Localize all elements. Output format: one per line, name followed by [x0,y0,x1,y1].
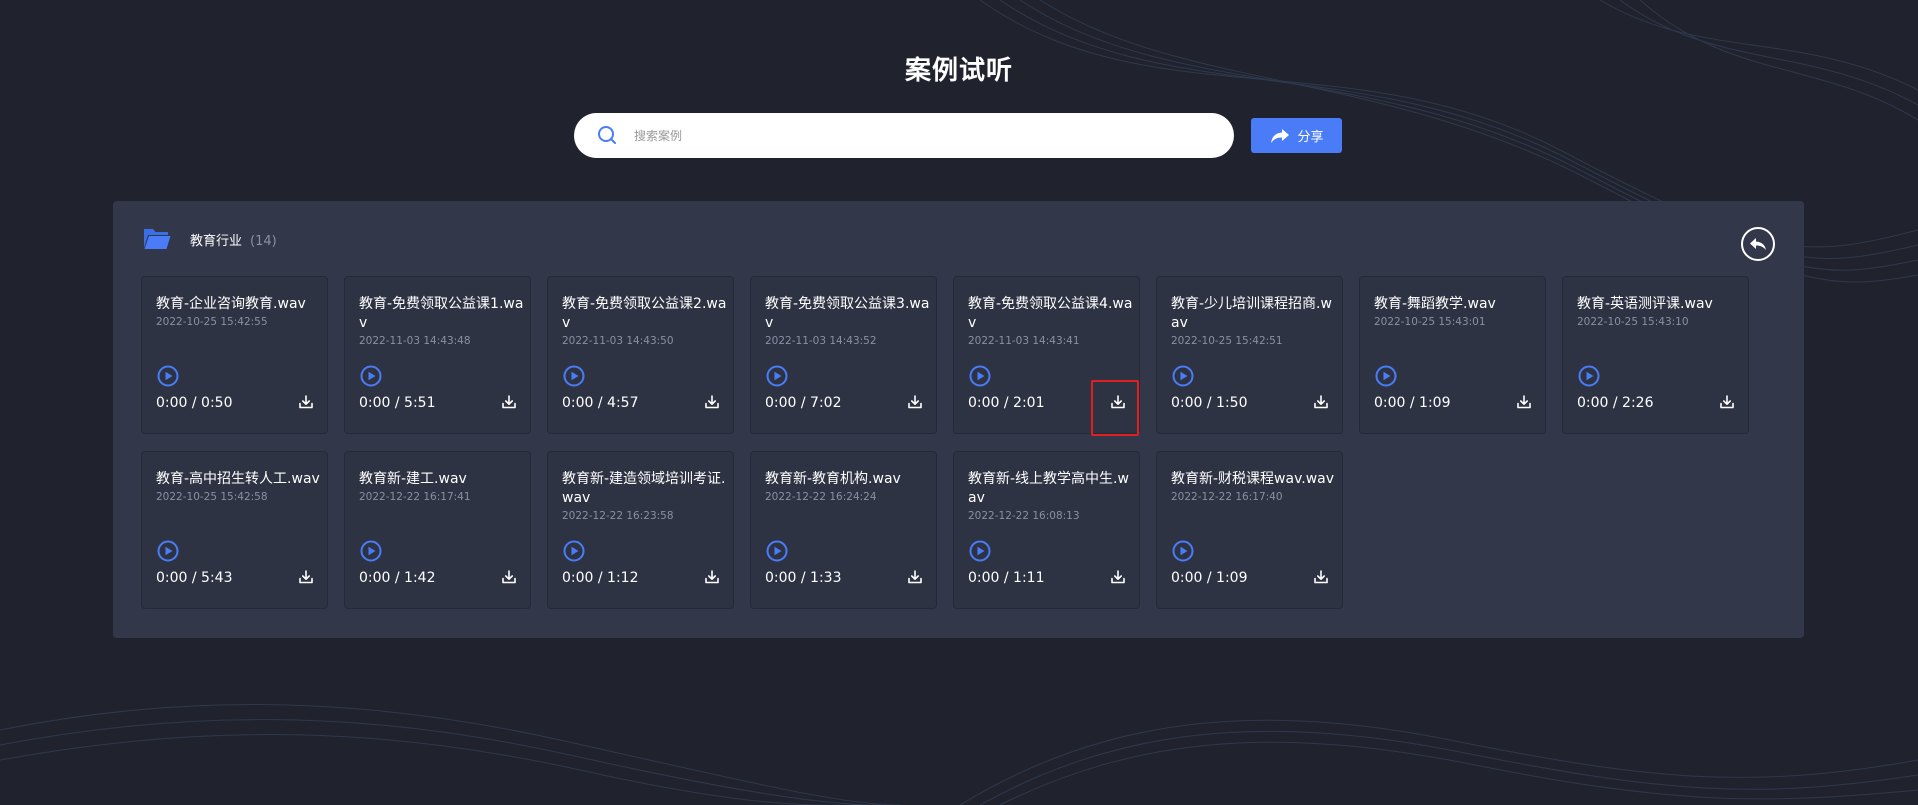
card-date: 2022-12-22 16:24:24 [765,491,877,503]
play-icon[interactable] [157,540,179,562]
play-icon[interactable] [360,365,382,387]
audio-card: 教育-免费领取公益课2.wav 2022-11-03 14:43:50 0:00 /… [547,276,734,434]
audio-card: 教育-免费领取公益课3.wav 2022-11-03 14:43:52 0:00 /… [750,276,937,434]
card-date: 2022-11-03 14:43:52 [765,335,877,347]
audio-card: 教育-免费领取公益课1.wav 2022-11-03 14:43:48 0:00 /… [344,276,531,434]
audio-card: 教育-少儿培训课程招商.wav 2022-10-25 15:42:51 0:00 /… [1156,276,1343,434]
playback-time: 0:00 / 1:50 [1171,395,1248,411]
card-title: 教育新-线上教学高中生.wav [968,471,1129,506]
play-icon[interactable] [766,365,788,387]
card-title: 教育新-建造领域培训考证.wav [562,471,726,506]
audio-card: 教育-英语测评课.wav 2022-10-25 15:43:10 0:00 / 2:… [1562,276,1749,434]
download-icon[interactable] [1516,394,1532,410]
download-icon[interactable] [501,394,517,410]
audio-card: 教育新-建造领域培训考证.wav 2022-12-22 16:23:58 0:00 … [547,451,734,609]
card-date: 2022-11-03 14:43:41 [968,335,1080,347]
search-input[interactable] [634,113,1214,158]
playback-time: 0:00 / 4:57 [562,395,639,411]
play-icon[interactable] [1172,540,1194,562]
share-button-label: 分享 [1297,130,1324,145]
playback-time: 0:00 / 1:12 [562,570,639,586]
page-title: 案例试听 [904,56,1013,86]
card-title: 教育-舞蹈教学.wav [1374,296,1496,312]
playback-time: 0:00 / 7:02 [765,395,842,411]
download-icon[interactable] [1719,394,1735,410]
back-arrow-icon [1750,238,1766,250]
playback-time: 0:00 / 1:09 [1374,395,1451,411]
card-title: 教育新-建工.wav [359,471,467,487]
play-icon[interactable] [157,365,179,387]
card-title: 教育新-财税课程wav.wav [1171,471,1335,487]
download-icon[interactable] [704,394,720,410]
card-title: 教育-少儿培训课程招商.wav [1171,296,1332,331]
playback-time: 0:00 / 1:11 [968,570,1045,586]
download-icon[interactable] [298,394,314,410]
audio-card: 教育新-财税课程wav.wav 2022-12-22 16:17:40 0:00 /… [1156,451,1343,609]
play-icon[interactable] [563,365,585,387]
audio-card: 教育新-线上教学高中生.wav 2022-12-22 16:08:13 0:00 /… [953,451,1140,609]
audio-card: 教育新-建工.wav 2022-12-22 16:17:41 0:00 / 1:42 [344,451,531,609]
search-box[interactable] [574,113,1234,158]
playback-time: 0:00 / 5:51 [359,395,436,411]
card-title: 教育-企业咨询教育.wav [156,296,306,312]
playback-time: 0:00 / 1:33 [765,570,842,586]
download-icon[interactable] [907,394,923,410]
card-date: 2022-12-22 16:23:58 [562,510,674,522]
play-icon[interactable] [360,540,382,562]
search-icon [598,126,616,144]
card-title: 教育-免费领取公益课2.wav [562,296,727,331]
category-label: 教育行业 (14) [190,230,277,249]
card-date: 2022-10-25 15:43:10 [1577,316,1689,328]
card-title: 教育-英语测评课.wav [1577,296,1713,312]
audio-card: 教育-企业咨询教育.wav 2022-10-25 15:42:55 0:00 / 0… [141,276,328,434]
card-title: 教育-免费领取公益课4.wav [968,296,1133,331]
card-date: 2022-10-25 15:42:51 [1171,335,1283,347]
download-icon[interactable] [1313,394,1329,410]
download-icon[interactable] [1313,569,1329,585]
card-title: 教育-高中招生转人工.wav [156,471,320,487]
playback-time: 0:00 / 2:01 [968,395,1045,411]
playback-time: 0:00 / 1:09 [1171,570,1248,586]
playback-time: 0:00 / 2:26 [1577,395,1654,411]
card-date: 2022-10-25 15:42:58 [156,491,268,503]
card-date: 2022-12-22 16:17:41 [359,491,471,503]
card-title: 教育-免费领取公益课1.wav [359,296,524,331]
download-icon[interactable] [704,569,720,585]
card-date: 2022-11-03 14:43:48 [359,335,471,347]
card-date: 2022-11-03 14:43:50 [562,335,674,347]
play-icon[interactable] [969,365,991,387]
audio-card: 教育-高中招生转人工.wav 2022-10-25 15:42:58 0:00 / … [141,451,328,609]
category-name: 教育行业 [190,234,243,249]
category-count: (14) [250,234,277,249]
play-icon[interactable] [969,540,991,562]
card-title: 教育新-教育机构.wav [765,471,901,487]
play-icon[interactable] [1172,365,1194,387]
playback-time: 0:00 / 1:42 [359,570,436,586]
audio-card: 教育-舞蹈教学.wav 2022-10-25 15:43:01 0:00 / 1:0… [1359,276,1546,434]
download-icon[interactable] [1110,569,1126,585]
card-date: 2022-10-25 15:42:55 [156,316,268,328]
download-icon[interactable] [1110,394,1126,410]
play-icon[interactable] [563,540,585,562]
card-date: 2022-12-22 16:17:40 [1171,491,1283,503]
download-icon[interactable] [907,569,923,585]
card-date: 2022-10-25 15:43:01 [1374,316,1486,328]
share-button[interactable]: 分享 [1251,118,1342,153]
card-title: 教育-免费领取公益课3.wav [765,296,930,331]
folder-icon [144,229,171,249]
download-icon[interactable] [501,569,517,585]
audio-card: 教育-免费领取公益课4.wav 2022-11-03 14:43:41 0:00 /… [953,276,1140,434]
download-icon[interactable] [298,569,314,585]
card-date: 2022-12-22 16:08:13 [968,510,1080,522]
play-icon[interactable] [1375,365,1397,387]
playback-time: 0:00 / 5:43 [156,570,233,586]
audio-card: 教育新-教育机构.wav 2022-12-22 16:24:24 0:00 / 1:… [750,451,937,609]
share-icon [1271,128,1290,143]
back-button[interactable] [1741,227,1775,261]
playback-time: 0:00 / 0:50 [156,395,233,411]
play-icon[interactable] [1578,365,1600,387]
case-panel: 教育行业 (14) 教育-企业咨询教育.wav 2022-10-25 15:42:5… [113,201,1804,638]
play-icon[interactable] [766,540,788,562]
